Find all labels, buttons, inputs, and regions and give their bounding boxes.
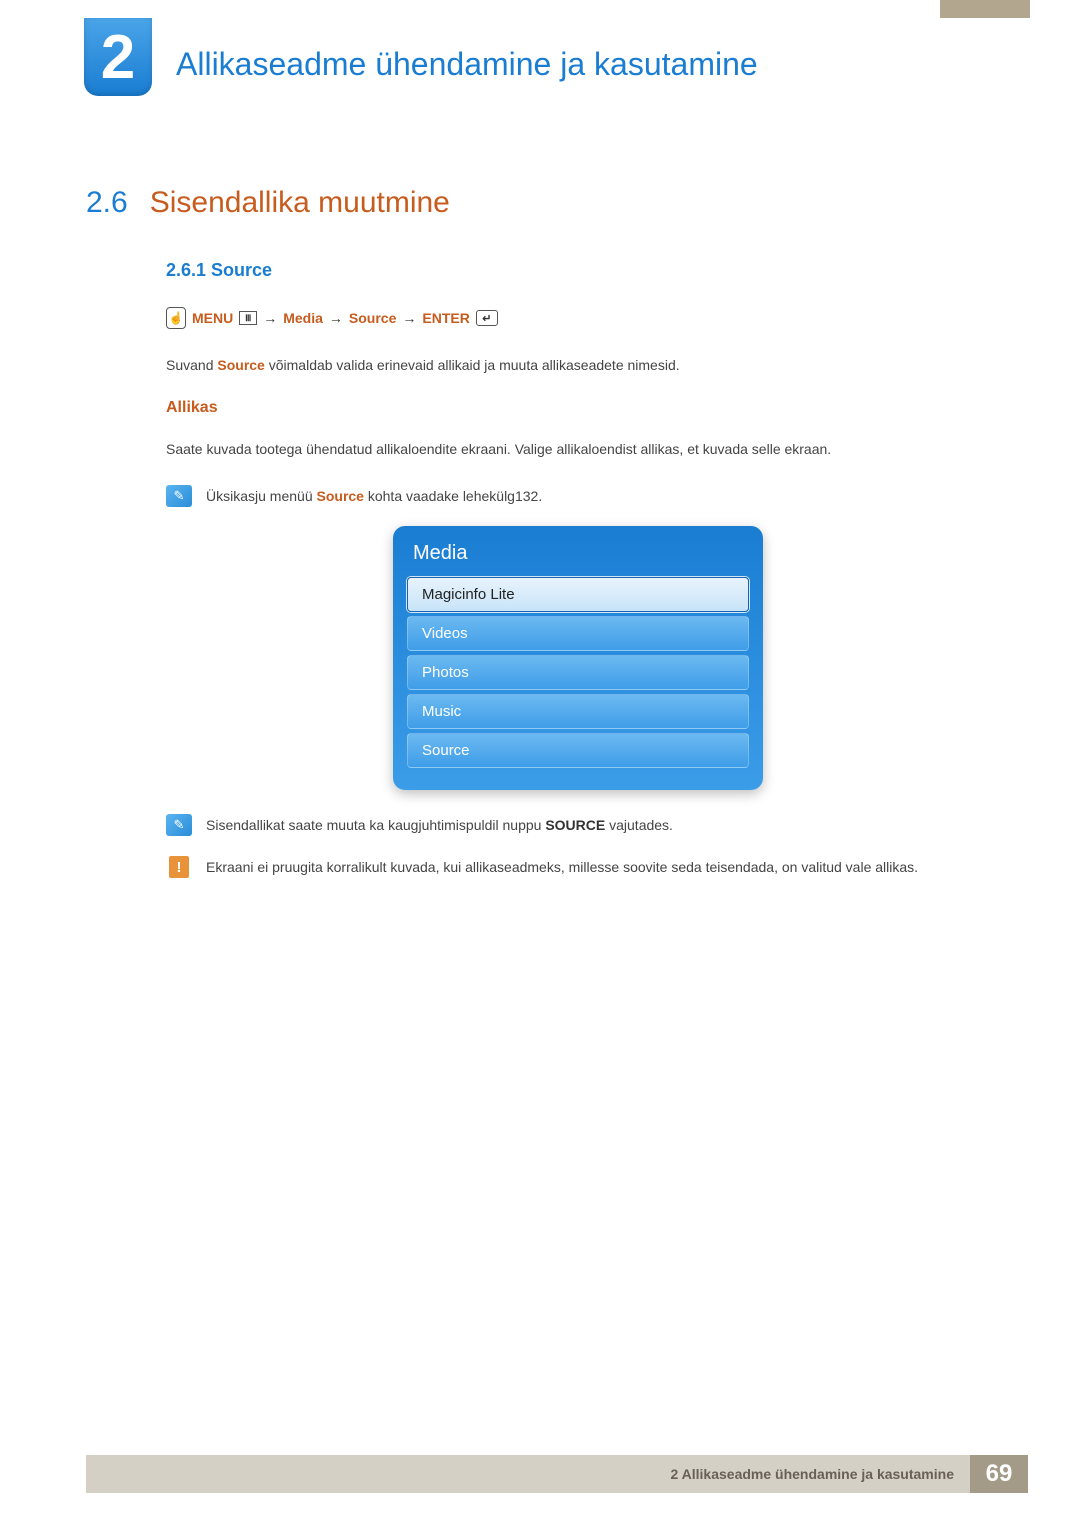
menu-breadcrumb: ☝ MENU Ⅲ → Media → Source → ENTER ↵ [166, 307, 990, 329]
page-header: 2 Allikaseadme ühendamine ja kasutamine [0, 0, 1080, 96]
media-item-source[interactable]: Source [407, 733, 749, 768]
text: vajutades. [605, 817, 673, 833]
chapter-title: Allikaseadme ühendamine ja kasutamine [176, 18, 758, 83]
menu-icon: Ⅲ [239, 311, 257, 325]
media-item-photos[interactable]: Photos [407, 655, 749, 690]
paragraph-1: Suvand Source võimaldab valida erinevaid… [166, 351, 990, 379]
bold-source: Source [217, 357, 264, 373]
breadcrumb-enter: ENTER [422, 310, 469, 326]
allikas-heading: Allikas [166, 399, 990, 417]
arrow-icon: → [402, 310, 416, 326]
note-icon: ✎ [166, 485, 192, 507]
breadcrumb-source: Source [349, 310, 396, 326]
note-text-1: Üksikasju menüü Source kohta vaadake leh… [206, 483, 542, 510]
section-heading-row: 2.6 Sisendallika muutmine [86, 186, 990, 220]
note-icon: ✎ [166, 814, 192, 836]
text: Sisendallikat saate muuta ka kaugjuhtimi… [206, 817, 545, 833]
media-item-videos[interactable]: Videos [407, 616, 749, 651]
arrow-icon: → [263, 310, 277, 326]
section-title: Sisendallika muutmine [150, 186, 450, 220]
footer-text: 2 Allikaseadme ühendamine ja kasutamine [86, 1455, 970, 1493]
subsection-heading: 2.6.1 Source [166, 260, 990, 281]
chapter-number-badge: 2 [84, 18, 152, 96]
page-footer: 2 Allikaseadme ühendamine ja kasutamine … [86, 1455, 1028, 1493]
arrow-icon: → [329, 310, 343, 326]
breadcrumb-menu: MENU [192, 310, 233, 326]
media-item-magicinfo[interactable]: Magicinfo Lite [407, 577, 749, 612]
media-panel-title: Media [407, 540, 749, 577]
hand-icon: ☝ [166, 307, 186, 329]
paragraph-2: Saate kuvada tootega ühendatud allikaloe… [166, 435, 990, 463]
section-number: 2.6 [86, 186, 128, 220]
note-row-1: ✎ Üksikasju menüü Source kohta vaadake l… [166, 483, 990, 510]
text: võimaldab valida erinevaid allikaid ja m… [265, 357, 680, 373]
bold-source-black: SOURCE [545, 817, 605, 833]
footer-page-number: 69 [970, 1455, 1028, 1493]
media-panel: Media Magicinfo Lite Videos Photos Music… [393, 526, 763, 790]
bold-source: Source [317, 488, 364, 504]
enter-icon: ↵ [476, 310, 498, 326]
text: Üksikasju menüü [206, 488, 317, 504]
breadcrumb-media: Media [283, 310, 323, 326]
text: kohta vaadake lehekülg132. [364, 488, 542, 504]
text: Suvand [166, 357, 217, 373]
top-accent-bar [940, 0, 1030, 18]
warning-icon: ! [169, 856, 189, 878]
warning-row: ! Ekraani ei pruugita korralikult kuvada… [166, 854, 990, 881]
warning-text: Ekraani ei pruugita korralikult kuvada, … [206, 854, 918, 881]
media-item-music[interactable]: Music [407, 694, 749, 729]
note-row-2: ✎ Sisendallikat saate muuta ka kaugjuhti… [166, 812, 990, 839]
note-text-2: Sisendallikat saate muuta ka kaugjuhtimi… [206, 812, 673, 839]
